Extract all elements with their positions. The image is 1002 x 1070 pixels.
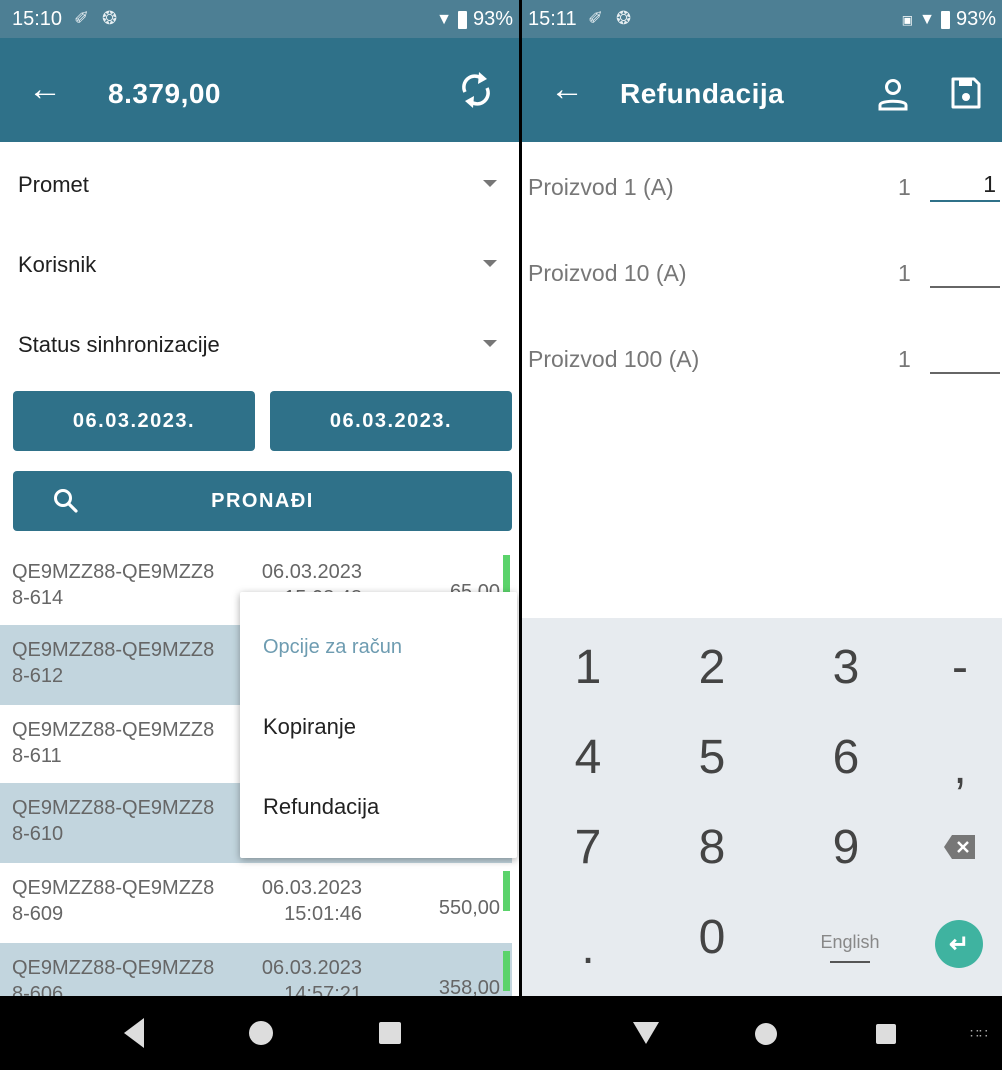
date-from-button[interactable]: 06.03.2023. <box>13 391 255 451</box>
key-1[interactable]: 1 <box>528 622 648 712</box>
language-key[interactable]: English <box>790 932 910 963</box>
aperture-icon: ❂ <box>102 8 118 28</box>
sync-status-indicator <box>503 871 510 911</box>
refund-product-row: Proizvod 100 (A) 1 <box>522 318 1002 398</box>
recents-nav-icon[interactable] <box>876 1024 896 1044</box>
dropdown-arrow-icon <box>483 260 497 267</box>
key-dot[interactable]: . <box>528 902 648 992</box>
back-nav-icon[interactable] <box>124 1018 144 1048</box>
key-3[interactable]: 3 <box>786 622 906 712</box>
hide-keyboard-nav-icon[interactable] <box>633 1022 659 1044</box>
date-to-button[interactable]: 06.03.2023. <box>270 391 512 451</box>
key-2[interactable]: 2 <box>652 622 772 712</box>
refund-qty-input[interactable]: 1 <box>930 166 1000 202</box>
receipt-options-menu: Opcije za račun Kopiranje Refundacija <box>240 592 517 858</box>
dropdown-label: Status sinhronizacije <box>18 332 220 357</box>
filter-korisnik-dropdown[interactable]: Korisnik <box>0 224 519 304</box>
page-title: Refundacija <box>620 78 785 109</box>
dropdown-arrow-icon <box>483 340 497 347</box>
sync-icon[interactable] <box>459 70 493 110</box>
system-nav-bar <box>0 996 519 1070</box>
battery-icon <box>457 10 467 29</box>
backspace-icon <box>944 835 975 859</box>
key-8[interactable]: 8 <box>652 802 772 892</box>
filter-sync-status-dropdown[interactable]: Status sinhronizacije <box>0 304 519 384</box>
dropdown-label: Korisnik <box>18 252 97 277</box>
refund-product-row: Proizvod 1 (A) 1 1 <box>522 146 1002 226</box>
sync-status-indicator <box>503 555 510 595</box>
wrench-icon: ✐ <box>74 8 90 28</box>
app-toolbar: ← 8.379,00 <box>0 38 519 142</box>
app-toolbar: ← Refundacija <box>522 38 1002 142</box>
numeric-keyboard: 1 2 3 - 4 5 6 , 7 8 9 . 0 English ↵ <box>522 618 1002 996</box>
dropdown-arrow-icon <box>483 180 497 187</box>
refund-product-row: Proizvod 10 (A) 1 <box>522 232 1002 312</box>
key-0[interactable]: 0 <box>652 892 772 982</box>
back-arrow-icon[interactable]: ← <box>550 72 584 106</box>
right-screen: 15:11 ✐ ❂ ▣ ▼ 93% ← Refundacija Proizvod… <box>522 0 1002 1070</box>
key-7[interactable]: 7 <box>528 802 648 892</box>
home-nav-icon[interactable] <box>755 1023 777 1045</box>
wifi-icon: ▼ <box>436 10 452 28</box>
home-nav-icon[interactable] <box>249 1021 273 1045</box>
key-4[interactable]: 4 <box>528 712 648 802</box>
search-label: PRONAĐI <box>211 489 314 512</box>
left-screen: 15:10 ✐ ❂ ▼ 93% ← 8.379,00 Promet Korisn… <box>0 0 519 1070</box>
system-nav-bar: ∷∷ <box>522 996 1002 1070</box>
battery-percent: 93% <box>955 8 996 30</box>
filter-promet-dropdown[interactable]: Promet <box>0 144 519 224</box>
enter-key[interactable]: ↵ <box>935 920 983 968</box>
back-arrow-icon[interactable]: ← <box>28 72 62 106</box>
refund-qty-input[interactable] <box>930 252 1000 288</box>
key-comma[interactable]: , <box>900 722 1002 812</box>
battery-percent: 93% <box>472 8 513 30</box>
backspace-key[interactable] <box>900 802 1002 892</box>
search-icon <box>54 489 78 513</box>
toolbar-total: 8.379,00 <box>108 78 221 109</box>
wifi-icon: ▼ <box>919 10 935 28</box>
status-bar: 15:10 ✐ ❂ ▼ 93% <box>0 0 519 38</box>
person-icon[interactable] <box>877 78 909 112</box>
menu-item-copy[interactable]: Kopiranje <box>263 714 356 740</box>
key-minus[interactable]: - <box>900 622 1002 712</box>
search-button[interactable]: PRONAĐI <box>13 471 512 531</box>
battery-icon <box>940 10 950 29</box>
sync-status-indicator <box>503 951 510 991</box>
receipt-row[interactable]: QE9MZZ88-QE9MZZ8 8-609 06.03.2023 15:01:46… <box>0 863 512 943</box>
wrench-icon: ✐ <box>588 8 604 28</box>
refund-qty-input[interactable] <box>930 338 1000 374</box>
key-6[interactable]: 6 <box>786 712 906 802</box>
recents-nav-icon[interactable] <box>379 1022 401 1044</box>
key-5[interactable]: 5 <box>652 712 772 802</box>
status-time: 15:10 <box>12 8 63 30</box>
receipt-row[interactable]: QE9MZZ88-QE9MZZ8 8-606 06.03.2023 14:57:21… <box>0 943 512 996</box>
aperture-icon: ❂ <box>616 8 632 28</box>
sim-icon: ▣ <box>901 12 914 27</box>
save-icon[interactable] <box>950 76 982 110</box>
key-9[interactable]: 9 <box>786 802 906 892</box>
menu-item-refund[interactable]: Refundacija <box>263 794 379 820</box>
menu-header: Opcije za račun <box>263 636 402 658</box>
dropdown-label: Promet <box>18 172 89 197</box>
keyboard-switch-icon[interactable]: ∷∷ <box>970 1026 988 1040</box>
status-bar: 15:11 ✐ ❂ ▣ ▼ 93% <box>522 0 1002 38</box>
status-time: 15:11 <box>528 8 577 30</box>
enter-icon: ↵ <box>948 930 970 958</box>
